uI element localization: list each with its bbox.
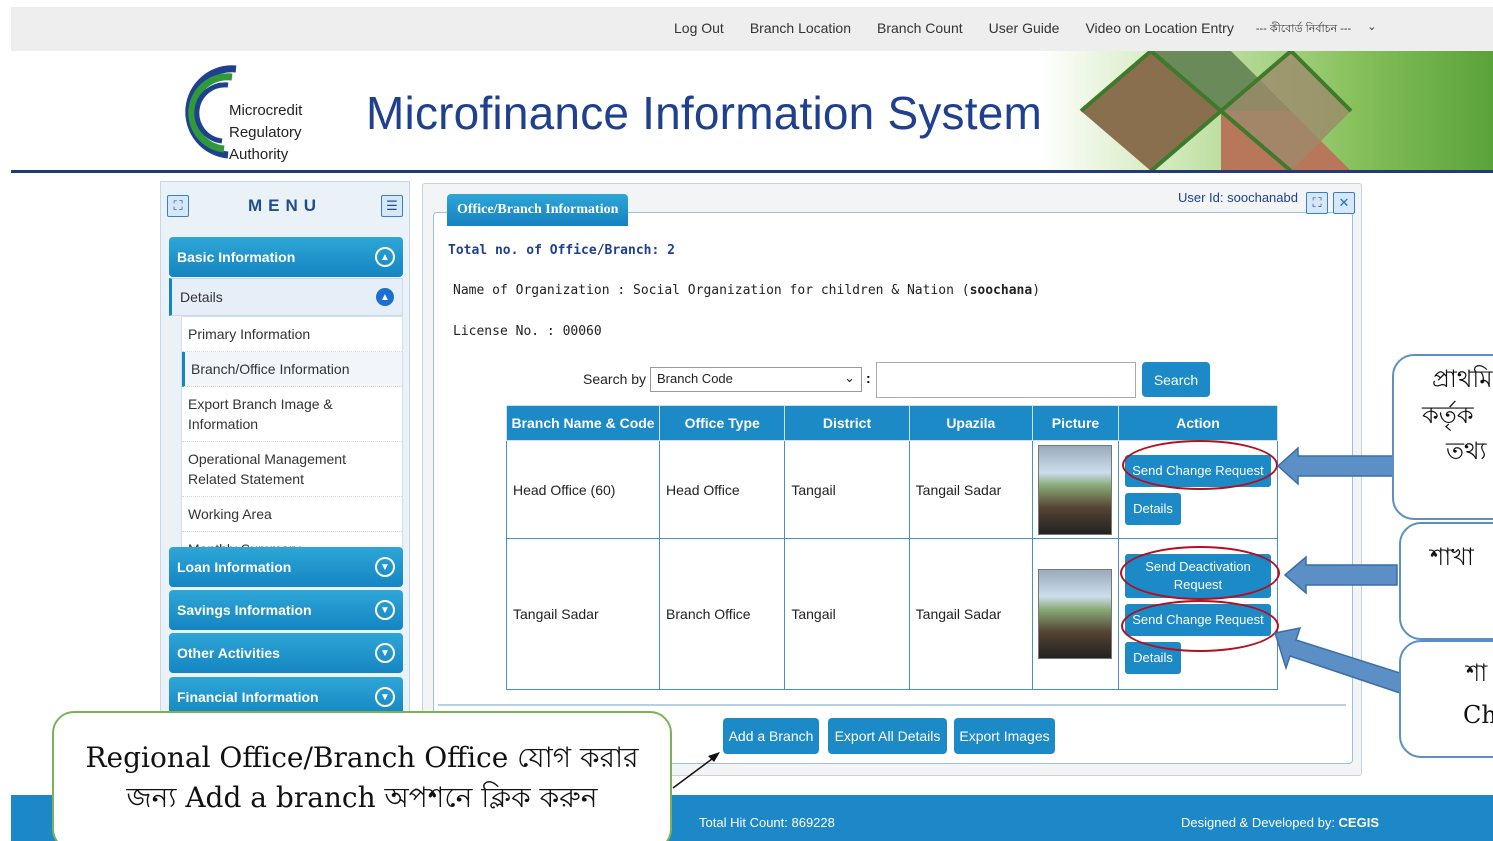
left-callout-line1: Regional Office/Branch Office যোগ করার [85, 741, 639, 774]
right-callout-1-line1: প্রাথমি [1432, 365, 1493, 393]
arrow-left-icon [1276, 446, 1396, 486]
arrow-left-icon [1274, 627, 1401, 695]
arrow-left-icon [1283, 555, 1398, 595]
right-callout-3-line1: শা [1466, 659, 1488, 687]
right-callout-2-line1: শাখা [1430, 543, 1474, 571]
right-callout-1-line2: কর্তৃক [1422, 401, 1474, 429]
left-callout-line2: জন্য Add a branch অপশনে ক্লিক করুন [126, 781, 598, 814]
left-callout-text: Regional Office/Branch Office যোগ করার জ… [60, 738, 664, 818]
right-callout-1-line3: তথ্য [1446, 437, 1487, 465]
pointer-line [672, 755, 717, 789]
right-callout-3-line2: Ch [1463, 701, 1493, 729]
